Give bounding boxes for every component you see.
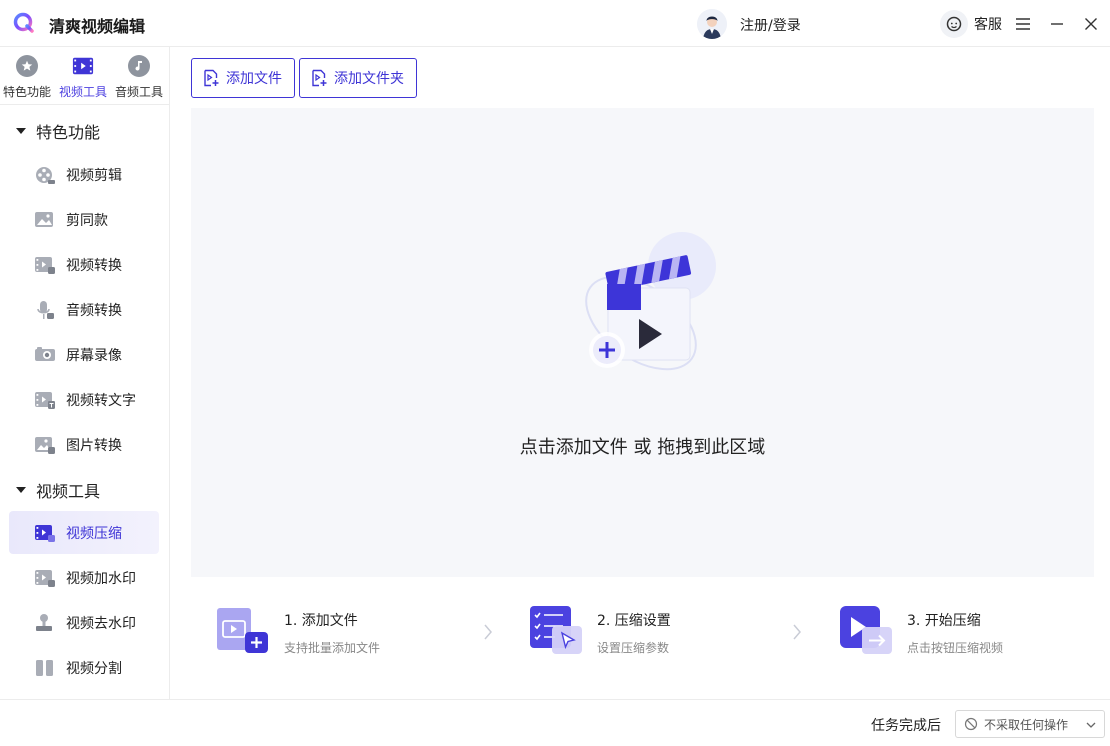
add-folder-icon	[312, 69, 327, 87]
watermark-remove-icon	[34, 613, 56, 633]
file-drop-zone[interactable]: 点击添加文件 或 拖拽到此区域	[191, 108, 1094, 577]
step-description: 点击按钮压缩视频	[907, 641, 1004, 655]
sidebar-item-video-edit[interactable]: 视频剪辑	[9, 153, 159, 196]
customer-service-button[interactable]: 客服	[940, 9, 1002, 39]
add-file-button[interactable]: 添加文件	[191, 58, 295, 98]
chevron-right-icon	[793, 624, 801, 640]
add-file-icon	[217, 608, 268, 653]
video-convert-icon	[34, 255, 56, 275]
add-folder-button[interactable]: 添加文件夹	[299, 58, 417, 98]
tab-video-tools[interactable]: 视频工具	[55, 55, 111, 101]
caret-down-icon	[16, 128, 26, 134]
caret-down-icon	[16, 487, 26, 493]
login-register-link[interactable]: 注册/登录	[740, 15, 801, 35]
sidebar-item-video-split[interactable]: 视频分割	[9, 646, 159, 689]
section-title: 特色功能	[36, 123, 101, 142]
sidebar-item-label: 视频转文字	[66, 392, 136, 409]
sidebar-item-label: 视频去水印	[66, 615, 136, 632]
minimize-button[interactable]	[1046, 13, 1068, 35]
after-task-label: 任务完成后	[871, 718, 941, 734]
sidebar-item-label: 视频分割	[66, 660, 122, 677]
video-compress-icon	[34, 523, 56, 543]
screen-record-icon	[34, 345, 56, 365]
tool-category-tabs: 特色功能 视频工具 音频工具	[0, 47, 169, 105]
sidebar-item-remove-watermark[interactable]: 视频去水印	[9, 601, 159, 644]
sidebar-item-audio-convert[interactable]: 音频转换	[9, 288, 159, 331]
tab-audio-tools-label: 音频工具	[114, 85, 163, 99]
sidebar-item-label: 视频压缩	[66, 525, 122, 542]
video-text-icon	[34, 390, 56, 410]
hamburger-menu-icon	[1016, 18, 1030, 30]
step-title: 3. 开始压缩	[907, 613, 981, 629]
image-icon	[34, 210, 56, 230]
chevron-right-icon	[484, 624, 492, 640]
split-icon	[34, 658, 56, 678]
sidebar-item-label: 音频转换	[66, 302, 122, 319]
film-reel-icon	[34, 165, 56, 185]
section-video-tools[interactable]: 视频工具	[0, 470, 169, 510]
sidebar-item-label: 视频加水印	[66, 570, 136, 587]
clapperboard-illustration-icon	[585, 232, 716, 371]
step-title: 2. 压缩设置	[597, 613, 671, 629]
tab-audio-tools[interactable]: 音频工具	[111, 55, 167, 101]
add-file-label: 添加文件	[226, 71, 282, 87]
user-avatar[interactable]	[697, 9, 727, 39]
app-logo-icon	[13, 12, 34, 33]
sidebar-item-video-convert[interactable]: 视频转换	[9, 243, 159, 286]
bottom-bar: 任务完成后 不采取任何操作	[0, 699, 1110, 746]
tab-video-tools-label: 视频工具	[58, 85, 107, 99]
step-description: 设置压缩参数	[597, 641, 670, 655]
settings-checklist-icon	[530, 606, 582, 654]
minimize-icon	[1051, 23, 1063, 25]
chevron-down-icon	[1086, 722, 1096, 728]
support-label: 客服	[974, 17, 1002, 33]
after-task-value: 不采取任何操作	[984, 717, 1069, 732]
add-folder-label: 添加文件夹	[334, 71, 404, 87]
sidebar-item-label: 图片转换	[66, 437, 122, 454]
user-avatar-icon	[697, 9, 727, 39]
app-title: 清爽视频编辑	[49, 17, 146, 36]
add-file-icon	[204, 69, 219, 87]
drop-zone-text: 点击添加文件 或 拖拽到此区域	[519, 437, 766, 458]
section-special-features[interactable]: 特色功能	[0, 111, 169, 151]
sidebar-item-video-compress[interactable]: 视频压缩	[9, 511, 159, 554]
start-compress-icon	[840, 606, 892, 654]
star-icon	[16, 55, 38, 77]
sidebar: 特色功能 视频工具 音频工具 特色功能 视频剪辑 剪同款 视频转换 音频转换 屏…	[0, 47, 170, 699]
step-title: 1. 添加文件	[284, 613, 358, 629]
sidebar-item-label: 视频剪辑	[66, 167, 122, 184]
sidebar-item-screen-record[interactable]: 屏幕录像	[9, 333, 159, 376]
microphone-icon	[34, 300, 56, 320]
section-title: 视频工具	[36, 482, 101, 501]
watermark-add-icon	[34, 568, 56, 588]
film-icon	[72, 55, 94, 77]
image-convert-icon	[34, 435, 56, 455]
close-button[interactable]	[1080, 13, 1102, 35]
sidebar-item-label: 剪同款	[66, 212, 108, 229]
tab-special-features[interactable]: 特色功能	[0, 55, 55, 101]
sidebar-item-same-style[interactable]: 剪同款	[9, 198, 159, 241]
close-icon	[1085, 18, 1097, 30]
prohibited-icon	[964, 717, 978, 731]
music-note-icon	[128, 55, 150, 77]
sidebar-item-label: 视频转换	[66, 257, 122, 274]
sidebar-item-image-convert[interactable]: 图片转换	[9, 423, 159, 466]
sidebar-item-label: 屏幕录像	[66, 347, 122, 364]
sidebar-item-add-watermark[interactable]: 视频加水印	[9, 556, 159, 599]
after-task-select[interactable]: 不采取任何操作	[955, 710, 1105, 738]
step-description: 支持批量添加文件	[284, 641, 381, 655]
headset-icon	[940, 10, 968, 38]
sidebar-item-video-to-text[interactable]: 视频转文字	[9, 378, 159, 421]
menu-button[interactable]	[1012, 13, 1034, 35]
tab-special-features-label: 特色功能	[2, 85, 51, 99]
title-bar: 清爽视频编辑 注册/登录 客服	[0, 0, 1110, 47]
